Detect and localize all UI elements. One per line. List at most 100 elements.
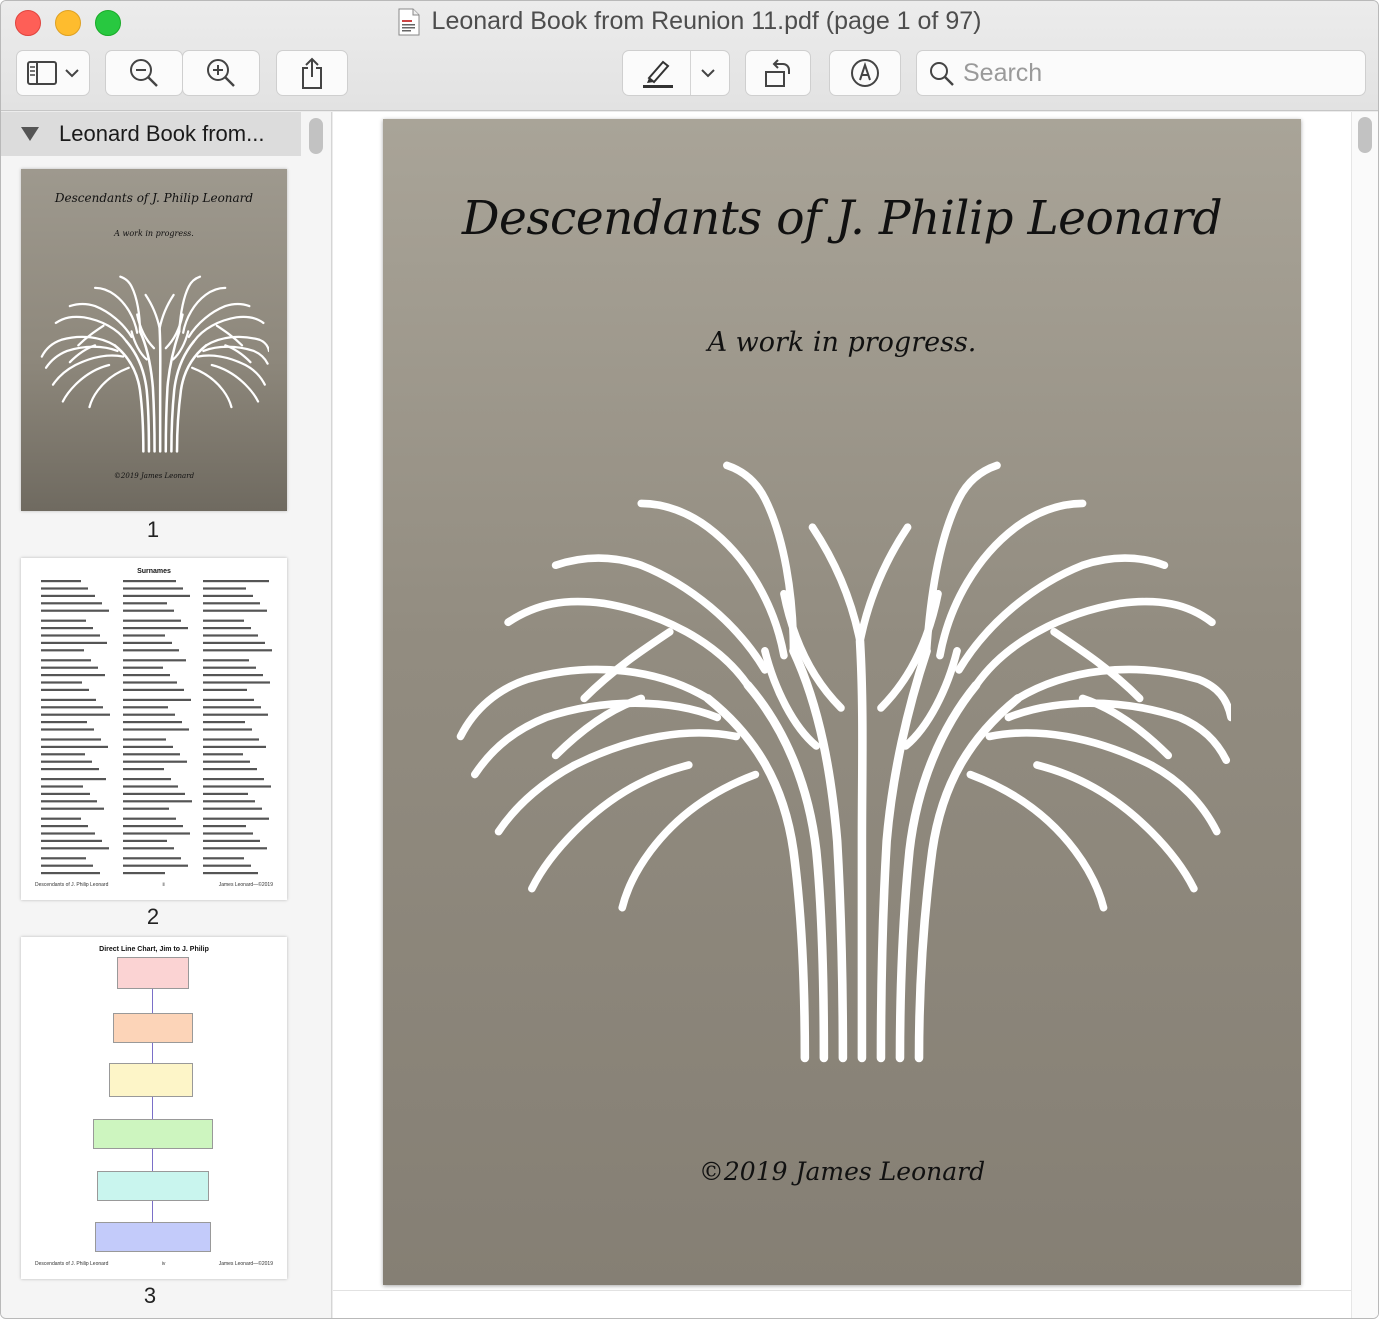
thumbnail-title: Descendants of J. Philip Leonard (54, 191, 254, 205)
page-thumbnail-2[interactable]: Surnames Descendants of J. Philip Leonar… (21, 558, 287, 900)
text-line (203, 688, 247, 691)
tree-illustration-thumb (40, 275, 269, 453)
text-line (203, 609, 267, 612)
text-line (203, 674, 263, 677)
zoom-in-icon (206, 58, 236, 88)
rotate-icon (763, 58, 793, 88)
page-thumbnail-1[interactable]: Descendants of J. Philip Leonard A work … (21, 169, 287, 511)
text-line (123, 792, 185, 795)
text-line (41, 745, 108, 748)
thumbnail-footer-left: Descendants of J. Philip Leonard (35, 1261, 109, 1267)
thumbnail-page-number: 1 (146, 517, 160, 542)
segment-divider (690, 51, 691, 95)
chart-box (117, 957, 189, 989)
text-line (203, 602, 260, 605)
text-line (123, 800, 192, 803)
zoom-out-icon (129, 58, 159, 88)
text-line (123, 619, 181, 622)
search-field[interactable] (916, 50, 1366, 96)
text-line (203, 728, 252, 731)
sidebar-icon (27, 61, 57, 85)
rotate-button[interactable] (745, 50, 811, 96)
text-line (123, 713, 175, 716)
zoom-out-button[interactable] (105, 50, 183, 96)
text-line (203, 792, 248, 795)
text-line (41, 728, 94, 731)
text-line (41, 674, 105, 677)
text-line (41, 738, 101, 741)
document-copyright: ©2019 James Leonard (698, 1157, 986, 1186)
document-scrollbar-track[interactable] (1351, 112, 1378, 1318)
text-line (203, 721, 245, 724)
highlight-button[interactable] (622, 50, 730, 96)
window-title-area: Leonard Book from Reunion 11.pdf (page 1… (1, 7, 1378, 41)
text-line (123, 738, 166, 741)
text-line (41, 753, 85, 756)
chart-box (97, 1171, 209, 1201)
sidebar-document-title: Leonard Book from... (59, 121, 265, 146)
markup-button[interactable] (829, 50, 901, 96)
text-line (123, 728, 189, 731)
text-line (123, 817, 176, 820)
text-line (41, 641, 107, 644)
page-thumbnail-3[interactable]: Direct Line Chart, Jim to J. Philip Desc… (21, 937, 287, 1279)
thumbnail-page-number: 2 (146, 904, 160, 929)
chart-box (95, 1222, 211, 1252)
sidebar-scrollbar[interactable] (309, 118, 323, 154)
chart-box (93, 1119, 213, 1149)
thumbnail-footer-left: Descendants of J. Philip Leonard (35, 882, 109, 888)
text-line (41, 659, 91, 662)
text-line (123, 760, 187, 763)
text-line (203, 706, 261, 709)
text-line (123, 609, 174, 612)
text-line (41, 872, 100, 875)
text-line (41, 807, 104, 810)
text-line (41, 817, 81, 820)
text-line (41, 609, 109, 612)
pdf-document-icon[interactable] (398, 8, 420, 36)
text-line (123, 698, 191, 701)
zoom-in-button[interactable] (182, 50, 260, 96)
text-line (41, 619, 86, 622)
document-subtitle: A work in progress. (707, 327, 977, 358)
share-button[interactable] (276, 50, 348, 96)
document-view[interactable]: Descendants of J. Philip Leonard A work … (333, 112, 1378, 1318)
highlight-pen-icon (641, 58, 675, 88)
text-line (41, 587, 88, 590)
window-title: Leonard Book from Reunion 11.pdf (page 1… (431, 7, 982, 35)
text-line (203, 587, 246, 590)
text-line (203, 753, 243, 756)
chevron-down-icon (65, 68, 79, 78)
text-line (203, 634, 258, 637)
text-line (203, 666, 256, 669)
text-line (123, 832, 190, 835)
chevron-down-icon (701, 68, 715, 78)
search-input[interactable] (963, 57, 1353, 89)
titlebar: Leonard Book from Reunion 11.pdf (page 1… (1, 1, 1378, 111)
text-line (123, 649, 179, 652)
text-line (203, 594, 253, 597)
thumbnail-footer-mid: iv (161, 1261, 166, 1267)
surnames-text-lines (41, 580, 272, 875)
text-line (41, 713, 110, 716)
text-line (41, 580, 81, 583)
text-line (123, 753, 180, 756)
text-line (203, 832, 253, 835)
text-line (203, 857, 244, 860)
text-line (203, 659, 249, 662)
thumbnail-footer-mid: ii (162, 882, 165, 888)
text-line (41, 864, 93, 867)
disclosure-triangle-icon[interactable] (21, 127, 39, 141)
text-line (41, 778, 106, 781)
thumbnail-sidebar[interactable]: Leonard Book from... Descendants of J. P… (1, 112, 332, 1318)
sidebar-view-button[interactable] (16, 50, 90, 96)
text-line (41, 698, 96, 701)
text-line (41, 627, 93, 630)
text-line (203, 713, 268, 716)
text-line (41, 768, 99, 771)
pdf-page[interactable]: Descendants of J. Philip Leonard A work … (383, 119, 1301, 1285)
document-scrollbar-thumb[interactable] (1358, 117, 1372, 153)
text-line (203, 785, 271, 788)
search-icon (929, 61, 955, 92)
sidebar-document-header[interactable]: Leonard Book from... (1, 112, 301, 156)
